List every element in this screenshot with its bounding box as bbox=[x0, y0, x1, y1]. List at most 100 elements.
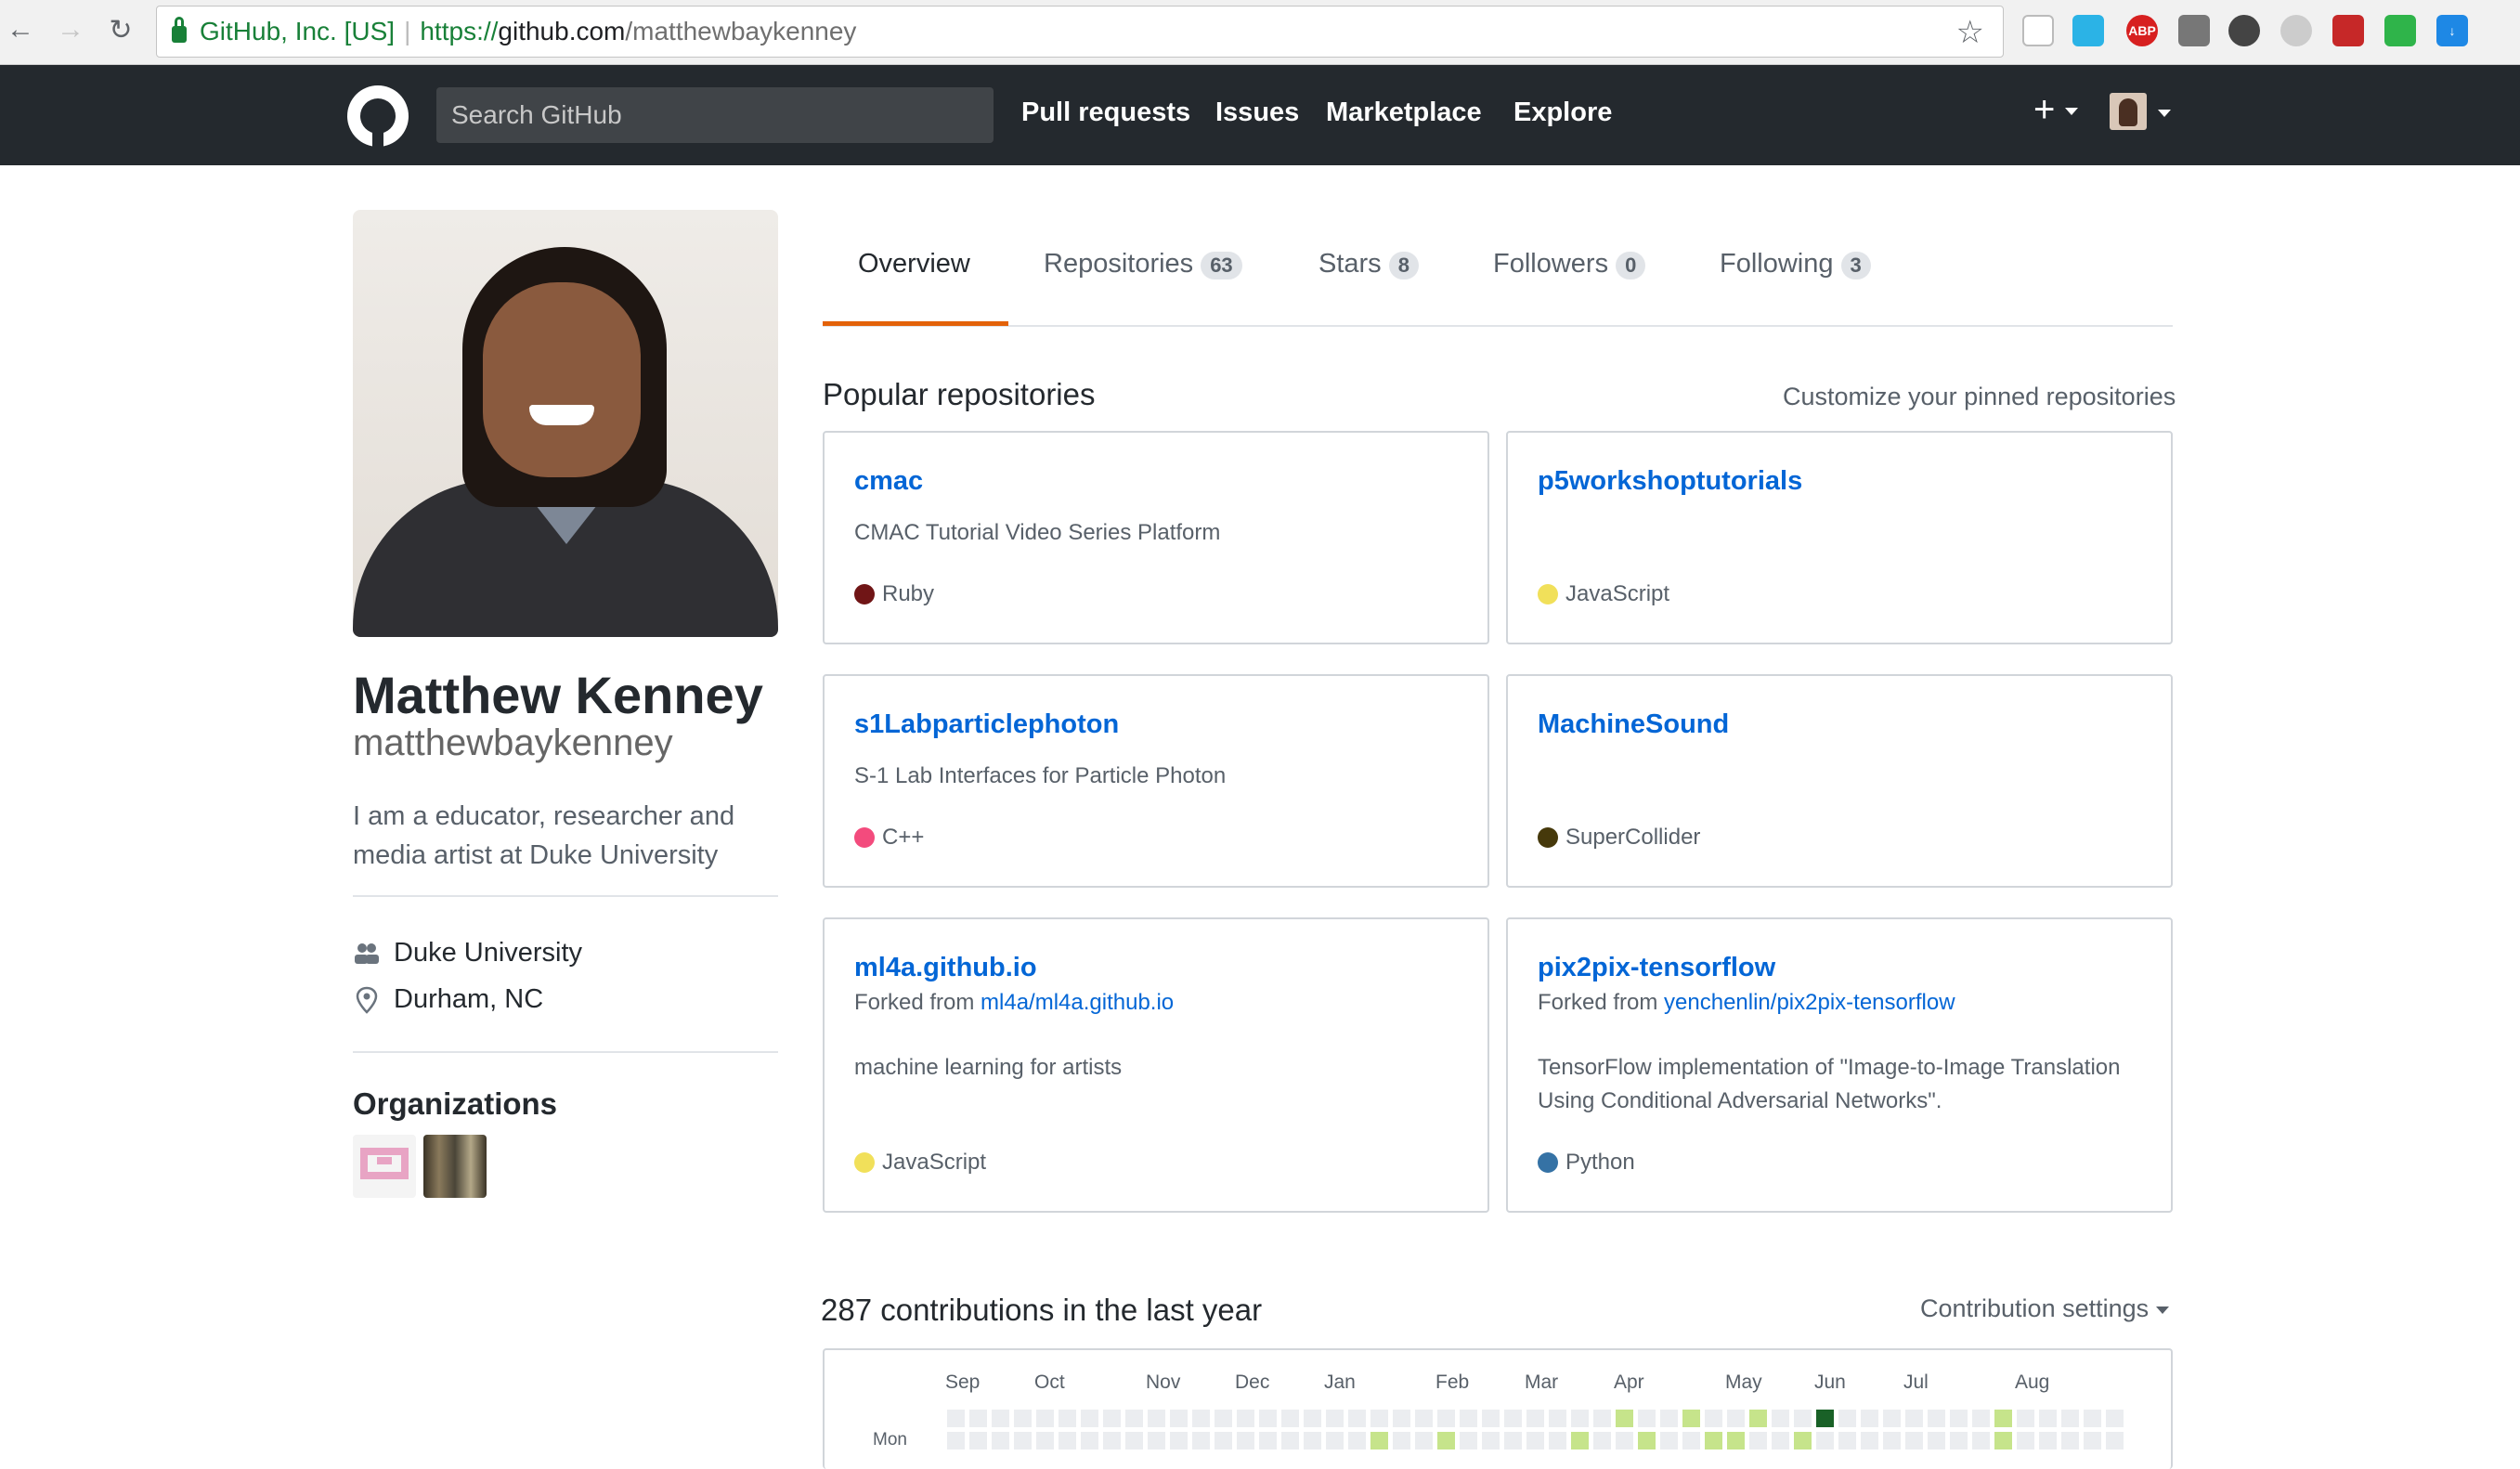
contribution-day-cell[interactable] bbox=[969, 1410, 987, 1427]
contribution-day-cell[interactable] bbox=[2061, 1432, 2079, 1450]
contribution-day-cell[interactable] bbox=[2106, 1410, 2124, 1427]
contribution-day-cell[interactable] bbox=[1682, 1410, 1700, 1427]
contribution-day-cell[interactable] bbox=[1125, 1432, 1143, 1450]
extension-icon-4[interactable] bbox=[2178, 15, 2210, 46]
contribution-day-cell[interactable] bbox=[1237, 1410, 1254, 1427]
contribution-day-cell[interactable] bbox=[1326, 1410, 1344, 1427]
contribution-day-cell[interactable] bbox=[969, 1432, 987, 1450]
ev-certificate-label[interactable]: GitHub, Inc. [US] bbox=[200, 17, 395, 46]
contribution-day-cell[interactable] bbox=[1950, 1432, 1968, 1450]
contribution-day-cell[interactable] bbox=[1393, 1410, 1410, 1427]
contribution-day-cell[interactable] bbox=[1772, 1432, 1789, 1450]
github-logo-icon[interactable] bbox=[347, 85, 409, 147]
nav-marketplace[interactable]: Marketplace bbox=[1326, 98, 1482, 128]
contribution-day-cell[interactable] bbox=[1504, 1432, 1522, 1450]
contribution-day-cell[interactable] bbox=[1705, 1410, 1722, 1427]
nav-explore[interactable]: Explore bbox=[1513, 98, 1612, 128]
contribution-day-cell[interactable] bbox=[1994, 1432, 2012, 1450]
contribution-day-cell[interactable] bbox=[1192, 1432, 1210, 1450]
contribution-day-cell[interactable] bbox=[1081, 1410, 1098, 1427]
contribution-day-cell[interactable] bbox=[1170, 1432, 1188, 1450]
contribution-day-cell[interactable] bbox=[992, 1410, 1009, 1427]
contribution-day-cell[interactable] bbox=[1482, 1432, 1500, 1450]
contribution-day-cell[interactable] bbox=[1348, 1410, 1366, 1427]
contribution-day-cell[interactable] bbox=[1772, 1410, 1789, 1427]
contribution-day-cell[interactable] bbox=[1593, 1432, 1611, 1450]
tab-repositories[interactable]: Repositories 63 bbox=[1044, 249, 1242, 280]
contribution-day-cell[interactable] bbox=[1415, 1432, 1433, 1450]
repo-name-link[interactable]: pix2pix-tensorflow bbox=[1538, 953, 1775, 983]
contribution-day-cell[interactable] bbox=[1682, 1432, 1700, 1450]
contribution-day-cell[interactable] bbox=[1816, 1410, 1834, 1427]
contribution-settings-dropdown[interactable]: Contribution settings bbox=[1920, 1294, 2169, 1323]
contribution-day-cell[interactable] bbox=[1393, 1432, 1410, 1450]
contribution-day-cell[interactable] bbox=[1816, 1432, 1834, 1450]
tab-stars[interactable]: Stars 8 bbox=[1318, 249, 1419, 280]
contribution-day-cell[interactable] bbox=[1259, 1410, 1277, 1427]
contribution-day-cell[interactable] bbox=[1905, 1432, 1923, 1450]
contribution-day-cell[interactable] bbox=[1571, 1432, 1589, 1450]
contribution-day-cell[interactable] bbox=[1148, 1410, 1165, 1427]
contribution-day-cell[interactable] bbox=[1794, 1432, 1812, 1450]
contribution-day-cell[interactable] bbox=[1281, 1432, 1299, 1450]
repo-name-link[interactable]: s1Labparticlephoton bbox=[854, 709, 1119, 740]
search-input[interactable]: Search GitHub bbox=[436, 87, 994, 143]
contribution-day-cell[interactable] bbox=[1950, 1410, 1968, 1427]
extension-icon-5[interactable] bbox=[2228, 15, 2260, 46]
contribution-day-cell[interactable] bbox=[1014, 1432, 1032, 1450]
chevron-down-icon[interactable] bbox=[2158, 110, 2171, 117]
contribution-day-cell[interactable] bbox=[1526, 1432, 1544, 1450]
contribution-day-cell[interactable] bbox=[1616, 1432, 1633, 1450]
back-icon[interactable]: ← bbox=[2, 11, 39, 48]
contribution-day-cell[interactable] bbox=[1660, 1432, 1678, 1450]
contribution-day-cell[interactable] bbox=[1928, 1410, 1945, 1427]
contribution-day-cell[interactable] bbox=[1059, 1410, 1076, 1427]
contribution-day-cell[interactable] bbox=[1437, 1410, 1455, 1427]
contribution-day-cell[interactable] bbox=[1504, 1410, 1522, 1427]
contribution-day-cell[interactable] bbox=[992, 1432, 1009, 1450]
contribution-day-cell[interactable] bbox=[1616, 1410, 1633, 1427]
contribution-day-cell[interactable] bbox=[1749, 1432, 1767, 1450]
contribution-day-cell[interactable] bbox=[1036, 1410, 1054, 1427]
reload-icon[interactable]: ↻ bbox=[102, 11, 139, 48]
contribution-day-cell[interactable] bbox=[1526, 1410, 1544, 1427]
contribution-day-cell[interactable] bbox=[1081, 1432, 1098, 1450]
fork-source-link[interactable]: ml4a/ml4a.github.io bbox=[981, 990, 1174, 1015]
contribution-day-cell[interactable] bbox=[1660, 1410, 1678, 1427]
contribution-day-cell[interactable] bbox=[1415, 1410, 1433, 1427]
contribution-day-cell[interactable] bbox=[1883, 1432, 1901, 1450]
contribution-day-cell[interactable] bbox=[1192, 1410, 1210, 1427]
user-avatar-menu[interactable] bbox=[2110, 93, 2147, 130]
contribution-day-cell[interactable] bbox=[1571, 1410, 1589, 1427]
contribution-day-cell[interactable] bbox=[1259, 1432, 1277, 1450]
contribution-day-cell[interactable] bbox=[947, 1410, 965, 1427]
contribution-day-cell[interactable] bbox=[2084, 1410, 2101, 1427]
contribution-day-cell[interactable] bbox=[1705, 1432, 1722, 1450]
organization-avatar[interactable] bbox=[353, 1135, 416, 1198]
contribution-day-cell[interactable] bbox=[2039, 1410, 2057, 1427]
contribution-day-cell[interactable] bbox=[1549, 1410, 1566, 1427]
contribution-day-cell[interactable] bbox=[1215, 1410, 1232, 1427]
contribution-day-cell[interactable] bbox=[947, 1432, 965, 1450]
contribution-day-cell[interactable] bbox=[1281, 1410, 1299, 1427]
contribution-day-cell[interactable] bbox=[1170, 1410, 1188, 1427]
contribution-day-cell[interactable] bbox=[1014, 1410, 1032, 1427]
contribution-day-cell[interactable] bbox=[1148, 1432, 1165, 1450]
contribution-day-cell[interactable] bbox=[2039, 1432, 2057, 1450]
extension-icon-6[interactable] bbox=[2280, 15, 2312, 46]
contribution-day-cell[interactable] bbox=[1883, 1410, 1901, 1427]
tab-following[interactable]: Following 3 bbox=[1720, 249, 1871, 280]
contribution-day-cell[interactable] bbox=[1905, 1410, 1923, 1427]
extension-icon-2[interactable] bbox=[2072, 15, 2104, 46]
contribution-day-cell[interactable] bbox=[1794, 1410, 1812, 1427]
repo-name-link[interactable]: cmac bbox=[854, 466, 923, 497]
contribution-day-cell[interactable] bbox=[1549, 1432, 1566, 1450]
tab-overview[interactable]: Overview bbox=[858, 249, 970, 280]
extension-icon-7[interactable] bbox=[2332, 15, 2364, 46]
repo-name-link[interactable]: MachineSound bbox=[1538, 709, 1729, 740]
contribution-day-cell[interactable] bbox=[1059, 1432, 1076, 1450]
contribution-day-cell[interactable] bbox=[1370, 1432, 1388, 1450]
bookmark-star-icon[interactable]: ☆ bbox=[1956, 14, 1984, 51]
contribution-day-cell[interactable] bbox=[1482, 1410, 1500, 1427]
contribution-day-cell[interactable] bbox=[1036, 1432, 1054, 1450]
